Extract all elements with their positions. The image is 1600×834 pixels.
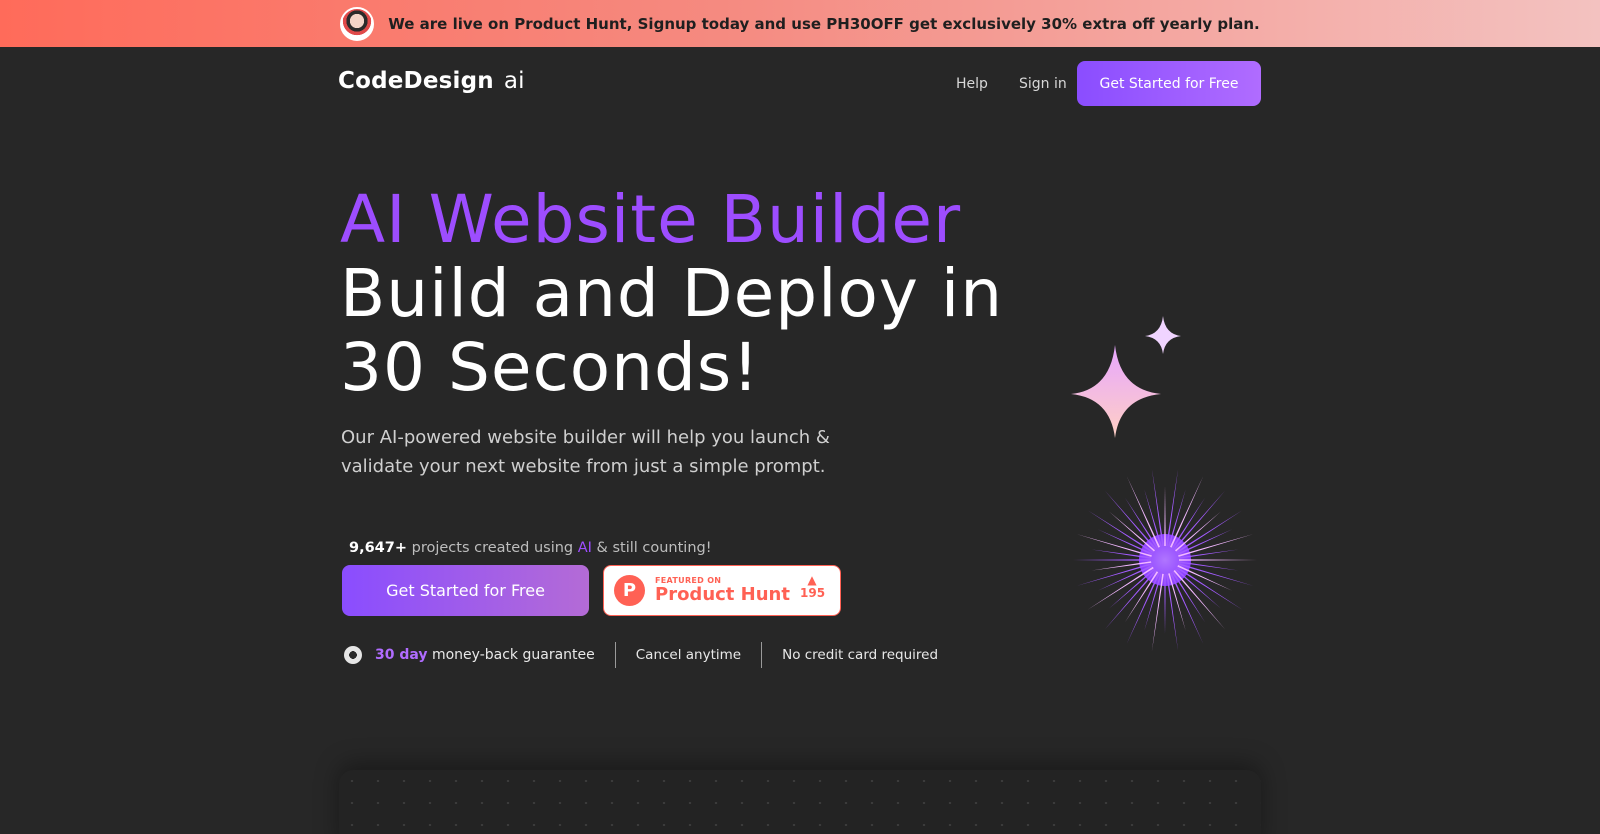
- no-credit-card: No credit card required: [782, 647, 939, 663]
- projects-counter: 9,647+ projects created using AI & still…: [349, 540, 712, 556]
- upvote-arrow-icon: ▲: [807, 573, 817, 587]
- divider: [614, 642, 616, 668]
- hero-get-started-button[interactable]: Get Started for Free: [342, 565, 589, 616]
- promo-banner[interactable]: We are live on Product Hunt, Signup toda…: [0, 0, 1600, 47]
- cancel-anytime: Cancel anytime: [635, 647, 742, 663]
- app-preview-frame: [339, 770, 1261, 834]
- top-navigation: CodeDesign ai Help Sign in Get Started fo…: [0, 47, 1600, 121]
- nav-help-link[interactable]: Help: [956, 76, 988, 92]
- counter-text-after: & still counting!: [591, 540, 712, 556]
- divider: [761, 642, 763, 668]
- starburst-icon: [1073, 468, 1257, 652]
- preview-dots-pattern: [339, 770, 1261, 834]
- logo-suffix: ai: [503, 68, 525, 94]
- money-back-guarantee: 30 day money-back guarantee: [375, 647, 595, 663]
- product-hunt-votes: ▲ 195: [800, 573, 826, 600]
- hero-subtitle: Our AI-powered website builder will help…: [341, 427, 830, 477]
- guarantee-days: 30 day: [375, 647, 428, 663]
- vote-count: 195: [800, 586, 826, 600]
- logo[interactable]: CodeDesign ai: [338, 68, 525, 94]
- product-hunt-logo-icon: P: [614, 575, 645, 606]
- hero-title: Build and Deploy in 30 Seconds!: [340, 255, 1004, 406]
- small-sparkle-icon: [1145, 316, 1181, 354]
- product-hunt-badge[interactable]: P FEATURED ON Product Hunt ▲ 195: [603, 565, 841, 616]
- product-hunt-text: FEATURED ON Product Hunt: [655, 576, 790, 605]
- decorative-sparkles: [1071, 316, 1257, 652]
- guarantee-text: money-back guarantee: [427, 647, 595, 663]
- large-sparkle-icon: [1071, 345, 1161, 438]
- hero-title-highlight: AI Website Builder: [340, 181, 962, 258]
- product-hunt-name: Product Hunt: [655, 584, 790, 605]
- promo-text: We are live on Product Hunt, Signup toda…: [388, 14, 1260, 33]
- counter-text-before: projects created using: [407, 540, 578, 556]
- nav-signin-link[interactable]: Sign in: [1019, 76, 1067, 92]
- award-badge-icon: [344, 646, 362, 664]
- mascot-avatar-icon: [340, 6, 375, 41]
- logo-main: CodeDesign: [338, 68, 494, 94]
- counter-ai-highlight: AI: [577, 540, 592, 556]
- nav-get-started-button[interactable]: Get Started for Free: [1077, 61, 1261, 106]
- projects-count: 9,647+: [349, 540, 408, 556]
- guarantee-strip: 30 day money-back guarantee Cancel anyti…: [344, 642, 938, 668]
